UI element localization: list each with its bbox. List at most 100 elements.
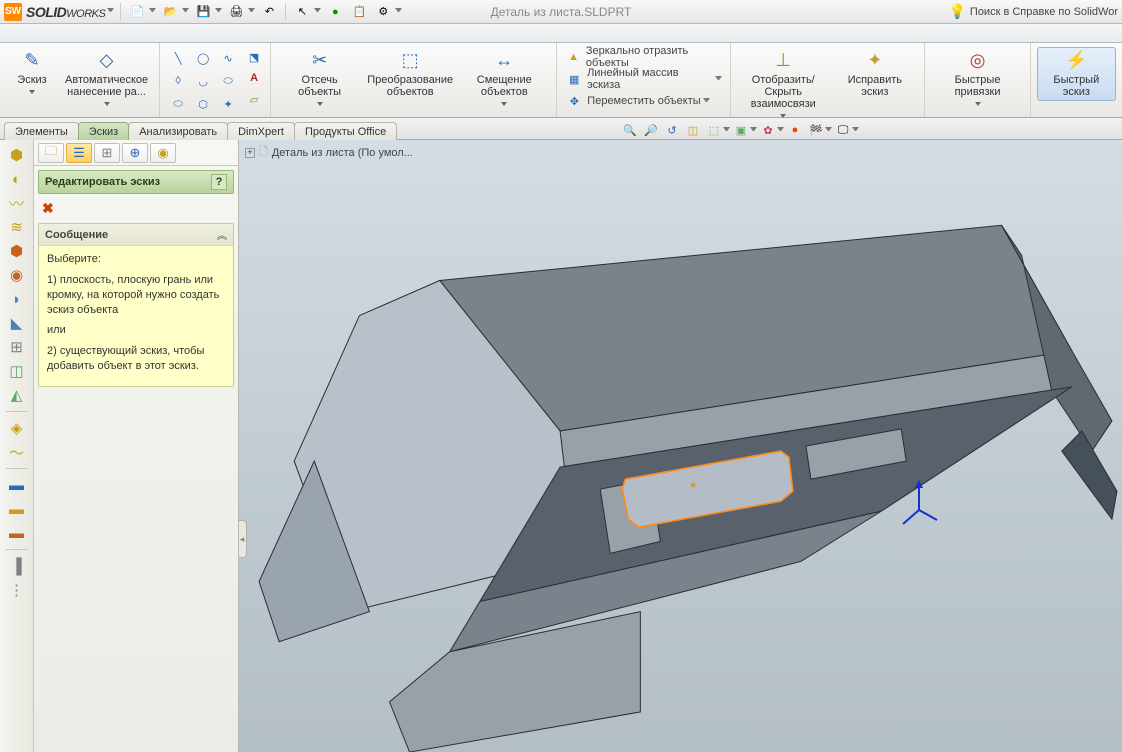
- undo-button[interactable]: ↶: [259, 2, 279, 22]
- sheet1-icon[interactable]: ▬: [4, 474, 30, 496]
- pm-tab[interactable]: ☰: [66, 143, 92, 163]
- chamfer-icon[interactable]: ◣: [4, 312, 30, 334]
- rapid-label: Быстрый эскиз: [1042, 74, 1111, 98]
- settings-button[interactable]: ⚙: [373, 2, 393, 22]
- view-orient-icon[interactable]: ⬚: [704, 120, 724, 140]
- linear-pattern-button[interactable]: ▦Линейный массив эскиза: [563, 69, 724, 89]
- appearance-icon[interactable]: ●: [785, 120, 805, 140]
- line-tool[interactable]: ╲: [166, 47, 190, 69]
- spline-tool[interactable]: ∿: [216, 47, 240, 69]
- dropdown-icon[interactable]: [314, 8, 321, 15]
- zoom-fit-icon[interactable]: 🔍: [620, 120, 640, 140]
- select-button[interactable]: ↖: [292, 2, 312, 22]
- polygon-tool[interactable]: ⬡: [191, 93, 215, 115]
- trim-button[interactable]: ✂ Отсечь объекты: [277, 47, 362, 109]
- dropdown-icon[interactable]: [215, 8, 222, 15]
- sheet2-icon[interactable]: ▬: [4, 498, 30, 520]
- open-file-button[interactable]: 📂: [160, 2, 180, 22]
- dropdown-icon[interactable]: [723, 127, 730, 134]
- curves-icon[interactable]: 〜: [4, 441, 30, 463]
- cut-icon[interactable]: ⬢: [4, 240, 30, 262]
- rebuild-button[interactable]: ●: [325, 2, 345, 22]
- mirror-entities-button[interactable]: ▲Зеркально отразить объекты: [563, 47, 724, 67]
- repair-sketch-button[interactable]: ✦ Исправить эскиз: [831, 47, 918, 101]
- menu-dropdown-icon[interactable]: [107, 8, 114, 15]
- new-file-button[interactable]: 📄: [127, 2, 147, 22]
- message-header[interactable]: Сообщение ︽: [39, 224, 233, 246]
- view-settings-icon[interactable]: 🖵: [833, 120, 853, 140]
- move-entities-button[interactable]: ✥Переместить объекты: [563, 91, 724, 111]
- dropdown-icon[interactable]: [149, 8, 156, 15]
- render-tab[interactable]: ◉: [150, 143, 176, 163]
- fm-tree-tab[interactable]: 🗀: [38, 143, 64, 163]
- help-search[interactable]: 💡 Поиск в Справке по SolidWor: [948, 3, 1118, 20]
- pattern-icon: ▦: [565, 70, 583, 88]
- loft-icon[interactable]: ≋: [4, 216, 30, 238]
- plane-tool[interactable]: ▱: [244, 89, 264, 109]
- dropdown-icon[interactable]: [395, 8, 402, 15]
- trim-label: Отсечь объекты: [282, 74, 357, 98]
- arc-tool[interactable]: ◡: [191, 70, 215, 92]
- display-relations-button[interactable]: ⊥ Отобразить/Скрыть взаимосвязи: [737, 47, 829, 121]
- convert-button[interactable]: ⬚ Преобразование объектов: [364, 47, 456, 101]
- print-button[interactable]: 🖨: [226, 2, 246, 22]
- scene-icon[interactable]: 🏁: [806, 120, 826, 140]
- hide-show-icon[interactable]: ✿: [758, 120, 778, 140]
- dropdown-icon[interactable]: [715, 76, 722, 83]
- dropdown-icon[interactable]: [703, 98, 710, 105]
- dropdown-icon[interactable]: [248, 8, 255, 15]
- dropdown-icon[interactable]: [182, 8, 189, 15]
- hole-icon[interactable]: ◉: [4, 264, 30, 286]
- display-label: Отобразить/Скрыть взаимосвязи: [742, 74, 824, 110]
- dropdown-icon[interactable]: [777, 127, 784, 134]
- tab-evaluate[interactable]: Анализировать: [128, 122, 228, 140]
- cancel-icon: ✖: [42, 200, 54, 216]
- offset-button[interactable]: ↔ Смещение объектов: [458, 47, 550, 109]
- sketch-tools-grid: ╲ ◯ ∿ ◊ ◡ ⬭ ⬭ ⬡ ✦: [166, 47, 240, 115]
- sheet3-icon[interactable]: ▬: [4, 522, 30, 544]
- graphics-viewport[interactable]: + 🗋 Деталь из листа (По умол... ◂: [239, 140, 1122, 752]
- fillet-tool[interactable]: ⬔: [244, 47, 264, 67]
- slot-tool[interactable]: ⬭: [166, 93, 190, 115]
- pattern-feat-icon[interactable]: ⋮: [4, 579, 30, 601]
- config-tab[interactable]: ⊞: [94, 143, 120, 163]
- mirror-feat-icon[interactable]: ▐: [4, 555, 30, 577]
- dim-tab[interactable]: ⊕: [122, 143, 148, 163]
- section-view-icon[interactable]: ◫: [683, 120, 703, 140]
- extrude-icon[interactable]: ⬢: [4, 144, 30, 166]
- help-button[interactable]: ?: [211, 174, 227, 190]
- circle-tool[interactable]: ◯: [191, 47, 215, 69]
- text-tool[interactable]: A: [244, 68, 264, 88]
- convert-icon: ⬚: [399, 50, 421, 72]
- refgeom-icon[interactable]: ◈: [4, 417, 30, 439]
- options-button[interactable]: 📋: [349, 2, 369, 22]
- rib-icon[interactable]: ⊞: [4, 336, 30, 358]
- rectangle-tool[interactable]: ◊: [166, 70, 190, 92]
- tab-office[interactable]: Продукты Office: [294, 122, 397, 140]
- tab-features[interactable]: Элементы: [4, 122, 79, 140]
- quick-snaps-button[interactable]: ◎ Быстрые привязки: [931, 47, 1023, 109]
- prev-view-icon[interactable]: ↺: [662, 120, 682, 140]
- dropdown-icon[interactable]: [750, 127, 757, 134]
- rapid-sketch-button[interactable]: ⚡ Быстрый эскиз: [1037, 47, 1116, 101]
- point-tool[interactable]: ✦: [216, 93, 240, 115]
- tab-sketch[interactable]: Эскиз: [78, 122, 129, 140]
- sweep-icon[interactable]: 〰: [4, 192, 30, 214]
- display-style-icon[interactable]: ▣: [731, 120, 751, 140]
- collapse-icon: ︽: [217, 227, 227, 242]
- dropdown-icon: [29, 90, 35, 94]
- shell-icon[interactable]: ◫: [4, 360, 30, 382]
- tab-dimxpert[interactable]: DimXpert: [227, 122, 295, 140]
- save-button[interactable]: 💾: [193, 2, 213, 22]
- ellipse-tool[interactable]: ⬭: [216, 70, 240, 92]
- pm-cancel[interactable]: ✖: [38, 198, 234, 219]
- revolve-icon[interactable]: ◐: [4, 168, 30, 190]
- dropdown-icon[interactable]: [825, 127, 832, 134]
- zoom-area-icon[interactable]: 🔎: [641, 120, 661, 140]
- fillet-icon[interactable]: ◗: [4, 288, 30, 310]
- sketch-button[interactable]: ✎ Эскиз: [6, 47, 58, 97]
- message-title: Сообщение: [45, 229, 108, 241]
- dropdown-icon[interactable]: [852, 127, 859, 134]
- draft-icon[interactable]: ◭: [4, 384, 30, 406]
- smart-dimension-button[interactable]: ◇ Автоматическое нанесение ра...: [60, 47, 153, 109]
